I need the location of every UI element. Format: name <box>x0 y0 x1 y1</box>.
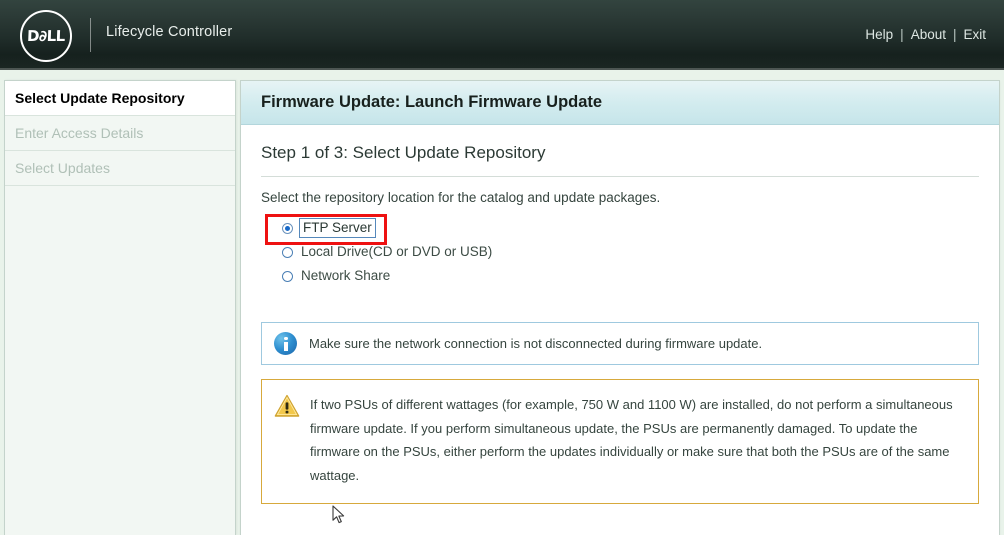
wizard-step-sidebar: Select Update Repository Enter Access De… <box>4 80 236 535</box>
radio-button-icon[interactable] <box>282 270 293 282</box>
warning-triangle-icon <box>274 394 300 418</box>
page-title: Firmware Update: Launch Firmware Update <box>261 93 603 111</box>
panel-body: Step 1 of 3: Select Update Repository Se… <box>241 143 999 504</box>
radio-option-ftp-server[interactable]: FTP Server <box>261 216 979 240</box>
dell-logo-icon: D∂LL <box>20 10 72 62</box>
radio-button-icon[interactable] <box>282 222 293 234</box>
sidebar-item-label: Select Updates <box>15 160 110 176</box>
repository-location-radio-group: FTP Server Local Drive(CD or DVD or USB)… <box>261 214 979 288</box>
product-title: Lifecycle Controller <box>106 24 233 40</box>
dell-logo-text: D∂LL <box>26 26 66 45</box>
info-notice-box: Make sure the network connection is not … <box>261 322 979 365</box>
radio-label-local-drive: Local Drive(CD or DVD or USB) <box>301 244 493 260</box>
header-nav-links: Help | About | Exit <box>865 27 986 42</box>
radio-label-network-share: Network Share <box>301 268 391 284</box>
exit-link[interactable]: Exit <box>963 27 986 42</box>
sidebar-item-label: Enter Access Details <box>15 125 144 141</box>
radio-option-network-share[interactable]: Network Share <box>261 264 979 288</box>
sidebar-item-select-updates: Select Updates <box>5 151 235 186</box>
radio-option-local-drive[interactable]: Local Drive(CD or DVD or USB) <box>261 240 979 264</box>
sidebar-item-label: Select Update Repository <box>15 90 185 106</box>
instruction-text: Select the repository location for the c… <box>261 190 661 205</box>
main-content-panel: Firmware Update: Launch Firmware Update … <box>240 80 1000 535</box>
warning-notice-box: If two PSUs of different wattages (for e… <box>261 379 979 504</box>
nav-separator-2: | <box>952 27 957 42</box>
app-header: D∂LL Lifecycle Controller Help | About |… <box>0 0 1004 70</box>
step-heading: Step 1 of 3: Select Update Repository <box>261 143 979 177</box>
info-circle-icon <box>274 332 297 355</box>
header-divider <box>90 18 91 52</box>
about-link[interactable]: About <box>911 27 946 42</box>
help-link[interactable]: Help <box>865 27 893 42</box>
nav-separator-1: | <box>900 27 904 42</box>
sidebar-item-select-update-repository[interactable]: Select Update Repository <box>5 81 235 116</box>
radio-button-icon[interactable] <box>282 246 293 258</box>
panel-title-bar: Firmware Update: Launch Firmware Update <box>241 81 999 125</box>
radio-label-ftp-server: FTP Server <box>299 217 376 239</box>
sidebar-item-enter-access-details: Enter Access Details <box>5 116 235 151</box>
sidebar-empty-area <box>5 186 235 535</box>
info-notice-text: Make sure the network connection is not … <box>309 336 763 351</box>
warning-notice-text: If two PSUs of different wattages (for e… <box>310 397 953 483</box>
